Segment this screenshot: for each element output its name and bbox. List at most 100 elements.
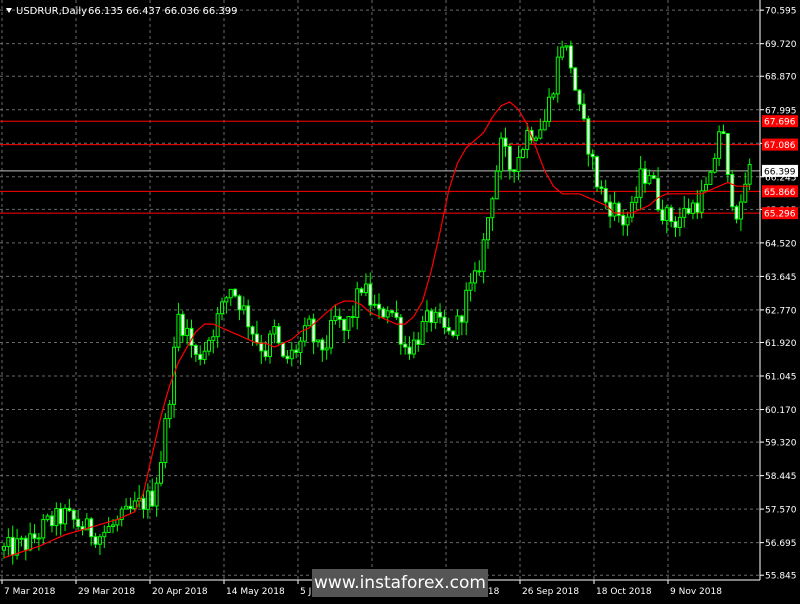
candle-body bbox=[686, 207, 691, 214]
candle-body bbox=[224, 297, 229, 303]
y-tick-label: 67.995 bbox=[765, 106, 797, 116]
candle-body bbox=[298, 340, 303, 354]
candle-body bbox=[198, 353, 203, 360]
candle-body bbox=[464, 289, 469, 323]
candle-body bbox=[145, 490, 150, 510]
candle-body bbox=[28, 533, 33, 551]
candle-body bbox=[220, 301, 225, 315]
candle-body bbox=[560, 46, 565, 58]
price-chart: 70.59569.72068.87067.99567.12066.24565.3… bbox=[0, 0, 798, 597]
candle-body bbox=[690, 202, 695, 214]
candle-body bbox=[185, 327, 190, 336]
candle-body bbox=[743, 183, 748, 203]
candle-body bbox=[695, 202, 700, 213]
candle-body bbox=[586, 118, 591, 155]
candle-body bbox=[525, 129, 530, 150]
candle-body bbox=[577, 89, 582, 105]
candle-body bbox=[67, 507, 72, 512]
candle-body bbox=[281, 342, 286, 357]
candle-body bbox=[682, 207, 687, 218]
candle-body bbox=[124, 505, 129, 510]
candle-body bbox=[446, 326, 451, 332]
candle-body bbox=[211, 336, 216, 341]
candle-body bbox=[621, 214, 626, 226]
moving-average bbox=[3, 101, 750, 559]
candle-body bbox=[433, 311, 438, 324]
grid bbox=[0, 0, 760, 580]
y-tick-label: 56.695 bbox=[765, 539, 797, 549]
candle-body bbox=[642, 168, 647, 184]
candle-body bbox=[193, 344, 198, 355]
candle-body bbox=[368, 283, 373, 306]
candle-body bbox=[132, 500, 137, 510]
candle-body bbox=[337, 315, 342, 320]
candle-body bbox=[285, 355, 290, 360]
y-tick-label: 57.570 bbox=[765, 506, 797, 516]
candle-body bbox=[2, 546, 6, 551]
candle-body bbox=[712, 157, 717, 173]
x-tick-label: 29 Mar 2018 bbox=[78, 587, 135, 597]
candle-body bbox=[520, 148, 525, 159]
x-tick-label: 18 Oct 2018 bbox=[596, 587, 652, 597]
candle-body bbox=[734, 206, 739, 220]
candle-body bbox=[228, 288, 233, 299]
candle-body bbox=[350, 316, 355, 319]
candle-body bbox=[342, 319, 347, 331]
candle-body bbox=[590, 153, 595, 158]
candle-body bbox=[494, 170, 499, 200]
candle-body bbox=[363, 283, 368, 294]
candle-body bbox=[246, 305, 251, 328]
candle-body bbox=[23, 537, 28, 551]
candle-body bbox=[333, 315, 338, 321]
level-label: 67.696 bbox=[764, 118, 796, 128]
candle-body bbox=[394, 312, 399, 318]
candle-body bbox=[45, 515, 50, 521]
level-label: 65.866 bbox=[764, 188, 796, 198]
candle-body bbox=[346, 316, 351, 331]
candle-body bbox=[97, 536, 102, 545]
candle-body bbox=[294, 349, 299, 354]
candle-body bbox=[599, 186, 604, 190]
candle-body bbox=[128, 505, 133, 510]
y-tick-label: 68.870 bbox=[765, 73, 797, 83]
ohlc-values: 66.135 66.437 66.036 66.399 bbox=[88, 6, 238, 17]
candle-body bbox=[656, 177, 661, 211]
candle-body bbox=[390, 310, 395, 314]
x-tick-label: 7 Mar 2018 bbox=[4, 587, 56, 597]
candle-body bbox=[250, 326, 255, 335]
candle-body bbox=[725, 133, 730, 176]
candle-body bbox=[486, 217, 491, 241]
candle-body bbox=[595, 156, 600, 188]
moving-average-line bbox=[3, 101, 750, 559]
y-tick-label: 63.645 bbox=[765, 273, 797, 283]
candle-body bbox=[254, 333, 259, 344]
candle-body bbox=[647, 175, 652, 184]
candle-body bbox=[58, 508, 63, 525]
candle-body bbox=[660, 209, 665, 221]
candle-body bbox=[516, 157, 521, 172]
y-tick-label: 61.045 bbox=[765, 373, 797, 383]
axes bbox=[0, 0, 761, 581]
chart-area[interactable]: 70.59569.72068.87067.99567.12066.24565.3… bbox=[0, 0, 800, 600]
candle-body bbox=[704, 183, 709, 192]
candle-body bbox=[289, 349, 294, 360]
candle-body bbox=[547, 96, 552, 122]
candle-body bbox=[451, 330, 456, 336]
candle-body bbox=[36, 537, 41, 540]
candle-body bbox=[533, 137, 538, 141]
candle-body bbox=[202, 350, 207, 360]
candle-body bbox=[63, 507, 68, 525]
candle-body bbox=[150, 490, 155, 507]
candle-body bbox=[10, 536, 15, 556]
candle-body bbox=[398, 316, 403, 345]
candle-body bbox=[717, 131, 722, 159]
candle-body bbox=[403, 343, 408, 348]
candle-body bbox=[634, 196, 639, 203]
watermark-banner: www.instaforex.com bbox=[312, 569, 488, 597]
candle-body bbox=[206, 339, 211, 352]
candles bbox=[2, 40, 752, 565]
candle-body bbox=[6, 536, 11, 548]
candle-body bbox=[438, 311, 443, 318]
candle-body bbox=[359, 288, 364, 294]
y-tick-label: 70.595 bbox=[765, 7, 797, 17]
